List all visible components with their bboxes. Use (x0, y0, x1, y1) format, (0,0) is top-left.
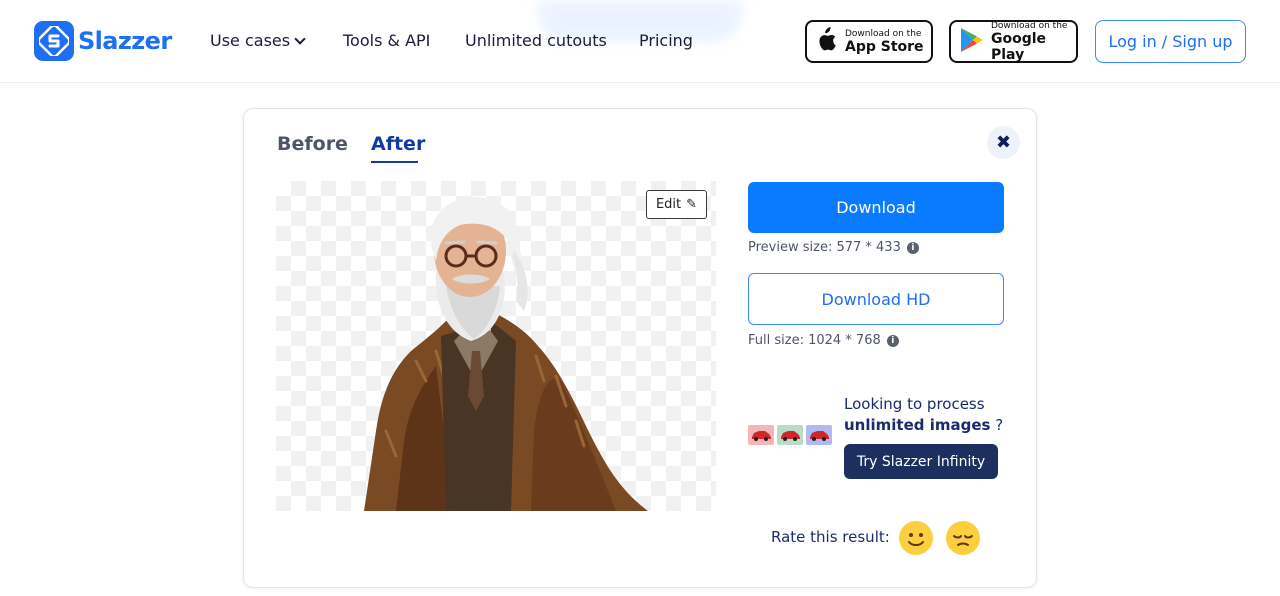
close-button[interactable]: ✖ (987, 126, 1020, 159)
slazzer-logo[interactable]: Slazzer (34, 21, 172, 61)
portrait-cutout-image (364, 196, 648, 511)
info-icon[interactable]: i (906, 241, 919, 254)
download-button[interactable]: Download (748, 182, 1004, 233)
promo-question: ? (990, 416, 1004, 434)
tab-before[interactable]: Before (277, 133, 348, 155)
nav-unlimited-cutouts[interactable]: Unlimited cutouts (465, 31, 607, 50)
logo-wordmark: Slazzer (78, 27, 172, 55)
edit-button[interactable]: Edit ✎ (646, 190, 707, 219)
try-slazzer-infinity-button[interactable]: Try Slazzer Infinity (844, 444, 998, 479)
preview-size-info: Preview size: 577 * 433 i (748, 240, 919, 255)
sample-thumbnails (748, 425, 832, 445)
smile-icon[interactable] (899, 521, 933, 555)
promo-text-line1: Looking to process (844, 395, 985, 413)
google-play-small-text: Download on the (991, 20, 1068, 31)
rate-result-label: Rate this result: (771, 528, 890, 546)
close-icon: ✖ (995, 132, 1012, 153)
app-store-small-text: Download on the (845, 28, 922, 39)
app-store-big-text: App Store (845, 38, 924, 55)
login-signup-button[interactable]: Log in / Sign up (1095, 20, 1246, 63)
full-size-text: Full size: 1024 * 768 (748, 333, 881, 348)
edit-label: Edit (655, 197, 682, 212)
unamused-icon[interactable] (946, 521, 980, 555)
chevron-down-icon (294, 32, 306, 45)
full-size-info: Full size: 1024 * 768 i (748, 333, 899, 348)
car-thumbnail-icon (748, 425, 774, 445)
result-image-preview (276, 181, 716, 511)
apple-icon (815, 26, 837, 57)
app-store-button[interactable]: Download on the App Store (805, 20, 933, 63)
info-icon[interactable]: i (886, 334, 899, 347)
google-play-icon (959, 27, 983, 57)
download-hd-button[interactable]: Download HD (748, 273, 1004, 325)
promo-highlight: unlimited images (844, 416, 991, 434)
tab-after[interactable]: After (371, 133, 425, 155)
nav-use-cases[interactable]: Use cases (210, 31, 306, 50)
nav-use-cases-label: Use cases (210, 31, 291, 50)
car-thumbnail-icon (806, 425, 832, 445)
promo-text-line2: unlimited images ? (844, 416, 1003, 434)
nav-tools-api[interactable]: Tools & API (343, 31, 430, 50)
nav-pricing[interactable]: Pricing (639, 31, 693, 50)
preview-size-text: Preview size: 577 * 433 (748, 240, 901, 255)
pencil-icon: ✎ (686, 197, 698, 212)
car-thumbnail-icon (777, 425, 803, 445)
top-header: Slazzer Use cases Tools & API Unlimited … (0, 0, 1280, 83)
google-play-button[interactable]: Download on the Google Play (949, 20, 1078, 63)
google-play-big-text: Google Play (991, 30, 1047, 63)
result-card: Before After ✖ Edit ✎ Download Preview s… (243, 108, 1037, 588)
slazzer-logo-icon (34, 21, 74, 61)
active-tab-indicator (371, 161, 418, 163)
